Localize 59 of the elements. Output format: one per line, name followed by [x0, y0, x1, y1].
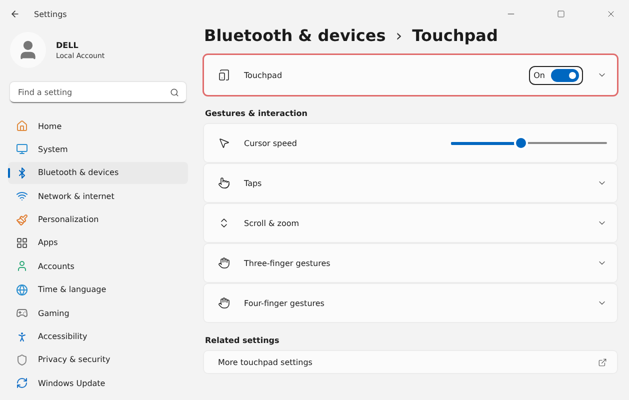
scroll-icon: [218, 217, 230, 229]
setting-label: Four-finger gestures: [244, 298, 326, 308]
sidebar-item[interactable]: Accounts: [8, 255, 188, 278]
toggle-switch[interactable]: On: [528, 66, 583, 84]
tap-icon: [218, 177, 230, 189]
sidebar-item[interactable]: Time & language: [8, 278, 188, 301]
update-icon: [16, 377, 28, 390]
avatar: [10, 32, 46, 68]
sidebar-item[interactable]: Accessibility: [8, 326, 188, 348]
gamepad-icon: [16, 307, 28, 320]
sidebar-item[interactable]: Network & internet: [8, 185, 188, 208]
setting-label: Cursor speed: [244, 138, 298, 148]
sidebar-item[interactable]: Personalization: [8, 208, 188, 231]
maximize-icon: [557, 10, 565, 18]
setting-card[interactable]: More touchpad settings: [204, 351, 617, 373]
slider-track[interactable]: [451, 136, 607, 150]
setting-label: Three-finger gestures: [244, 258, 332, 268]
sidebar-item[interactable]: Bluetooth & devices: [8, 162, 188, 184]
close-icon: [606, 9, 616, 19]
breadcrumb-link[interactable]: Bluetooth & devices: [204, 26, 386, 45]
setting-label: More touchpad settings: [218, 358, 314, 366]
pointer-icon: [218, 137, 230, 149]
monitor-icon: [16, 143, 28, 156]
external-link-icon: [598, 358, 607, 366]
sidebar-item[interactable]: Windows Update: [8, 372, 188, 394]
search-field[interactable]: Find a setting: [10, 82, 186, 103]
hand-icon: [218, 297, 230, 309]
apps-icon: [16, 236, 28, 249]
accessibility-icon: [16, 330, 28, 343]
search-input[interactable]: Find a setting: [16, 86, 170, 98]
home-icon: [16, 120, 28, 132]
search-icon: [170, 88, 179, 96]
sidebar-item[interactable]: Apps: [8, 232, 188, 254]
bluetooth-icon: [16, 166, 28, 179]
touchpad-icon: [218, 69, 230, 81]
section-title: Gestures & interaction: [205, 109, 308, 118]
setting-card[interactable]: Taps: [204, 164, 617, 202]
sidebar-item[interactable]: Privacy & security: [8, 348, 188, 371]
shield-icon: [16, 354, 28, 366]
globe-icon: [16, 284, 28, 296]
window-title: Settings: [34, 10, 68, 18]
person-icon: [16, 260, 28, 272]
setting-card[interactable]: Scroll & zoom: [204, 204, 617, 242]
sidebar-item[interactable]: System: [8, 138, 188, 160]
back-icon[interactable]: [10, 9, 20, 19]
sidebar-item[interactable]: Gaming: [8, 302, 188, 324]
setting-label: Touchpad: [244, 70, 284, 80]
setting-card[interactable]: Three-finger gestures: [204, 244, 617, 282]
slider-thumb[interactable]: [516, 138, 526, 148]
setting-label: Taps: [244, 178, 263, 188]
breadcrumb-separator: ›: [396, 26, 402, 45]
setting-label: Scroll & zoom: [244, 218, 300, 228]
brush-icon: [16, 214, 28, 226]
hand-icon: [218, 257, 230, 269]
sidebar-item[interactable]: Home: [8, 115, 188, 137]
section-title: Related settings: [205, 336, 280, 345]
setting-card[interactable]: Four-finger gestures: [204, 284, 617, 322]
profile-name: DELL: [56, 40, 80, 50]
page-title: Touchpad: [412, 26, 498, 45]
